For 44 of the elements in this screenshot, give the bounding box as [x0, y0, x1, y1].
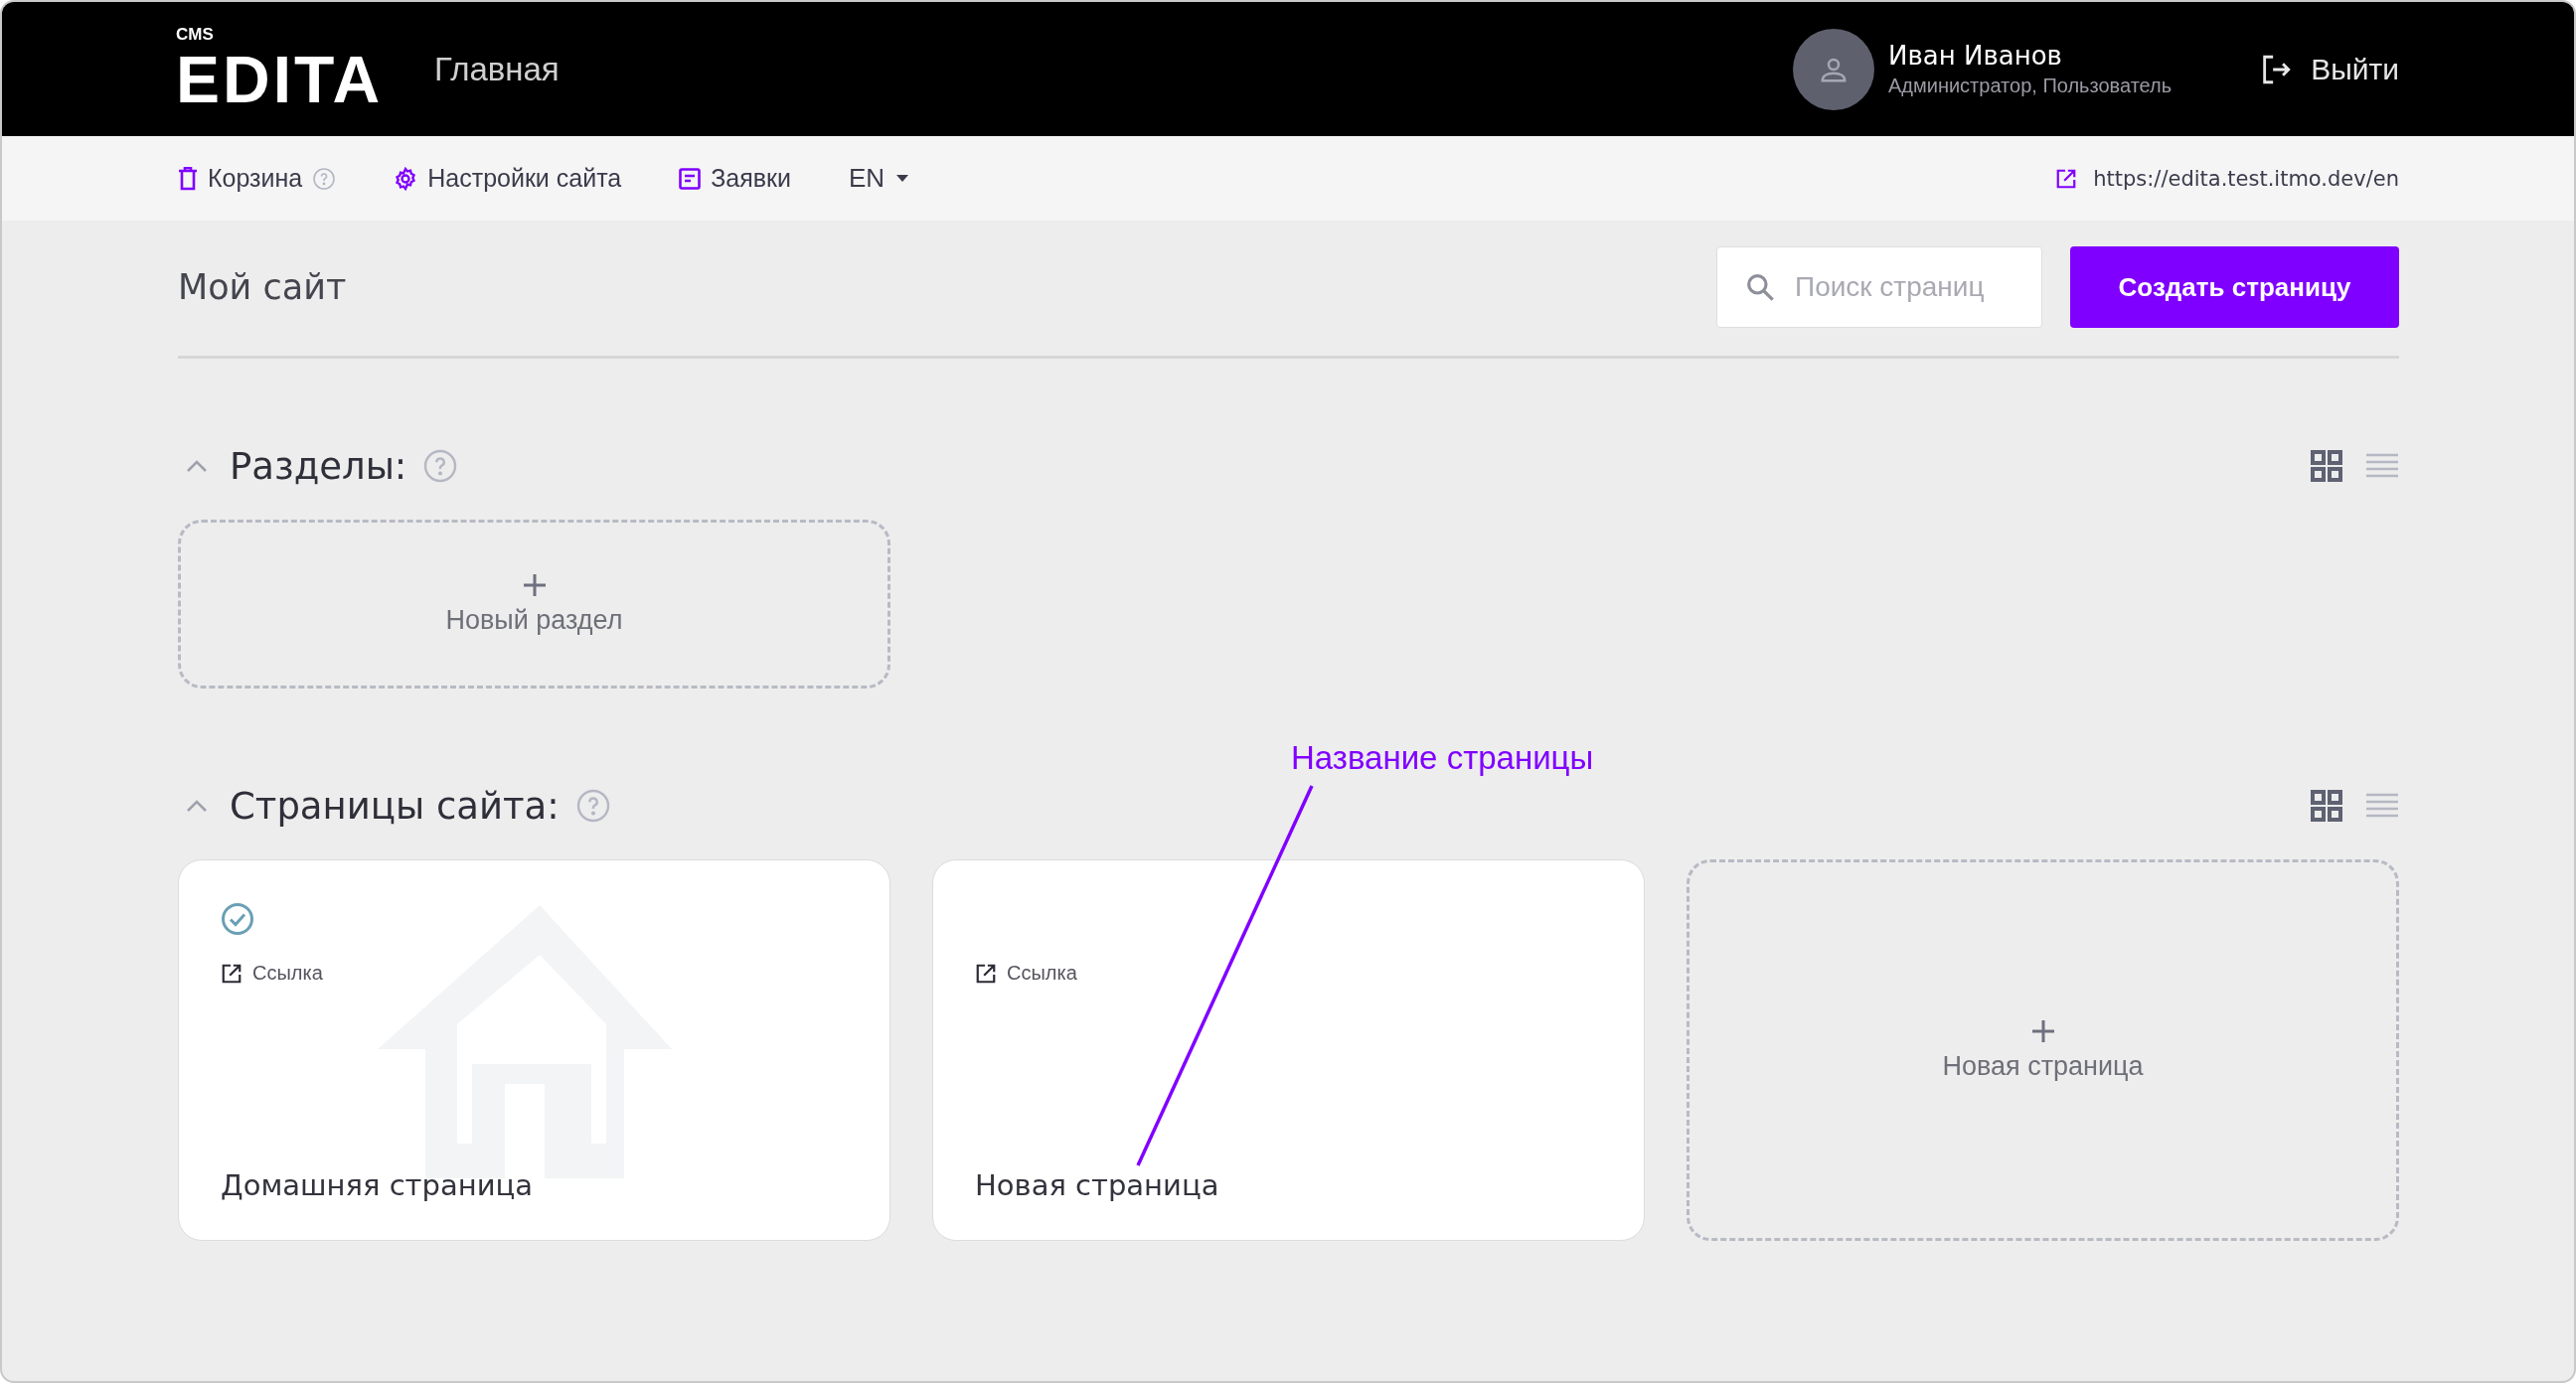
section-title: Страницы сайта:: [230, 784, 560, 828]
page-title: Новая страница: [975, 1168, 1220, 1202]
nav-link[interactable]: Заявки: [679, 164, 791, 193]
plus-icon: [522, 572, 547, 597]
nav-link[interactable]: Настройки сайта: [394, 164, 622, 193]
external-link-icon: [975, 962, 997, 985]
site-link[interactable]: https://edita.test.itmo.dev/en: [2055, 166, 2399, 191]
language-select[interactable]: EN: [848, 163, 909, 194]
settings-icon: [394, 166, 418, 191]
help-icon[interactable]: [574, 788, 611, 824]
nav-link[interactable]: Корзина: [178, 164, 337, 193]
chevron-icon[interactable]: [186, 799, 208, 813]
form-icon: [679, 167, 702, 190]
external-link-icon: [2055, 167, 2078, 190]
page-title: Главная: [434, 50, 560, 88]
add-card[interactable]: Новый раздел: [178, 520, 890, 689]
grid-view-icon: [2310, 449, 2343, 483]
grid-view-icon: [2310, 789, 2343, 823]
section-title: Разделы:: [230, 444, 407, 488]
plus-icon: [2030, 1018, 2055, 1043]
help-icon[interactable]: [422, 448, 459, 484]
check-circle-icon: [221, 902, 254, 936]
page-title: Домашняя страница: [221, 1168, 534, 1202]
logo-caption: CMS: [176, 26, 215, 43]
page-card[interactable]: Ссылка Новая страница: [932, 859, 1645, 1241]
view-toggle[interactable]: [2310, 449, 2343, 483]
user-roles: Администратор, Пользователь: [1887, 75, 2173, 97]
caret-icon: [896, 175, 909, 182]
page-link[interactable]: Ссылка: [221, 962, 323, 985]
logout-button[interactable]: Выйти: [2259, 52, 2399, 86]
page-card[interactable]: Ссылка Домашняя страница: [178, 859, 890, 1241]
trash-icon: [178, 166, 198, 191]
view-toggle[interactable]: [2310, 789, 2343, 823]
add-card[interactable]: Новая страница: [1687, 859, 2399, 1241]
chevron-icon[interactable]: [186, 459, 208, 473]
create-page-button[interactable]: Создать страницу: [2070, 246, 2399, 328]
user-name: Иван Иванов: [1887, 41, 2063, 71]
logo[interactable]: EDITA: [176, 47, 384, 112]
page-link[interactable]: Ссылка: [975, 962, 1077, 985]
external-link-icon: [221, 962, 242, 985]
site-title: Мой сайт: [178, 267, 348, 307]
help-icon[interactable]: [312, 166, 337, 191]
search-field[interactable]: Поиск страниц: [1716, 246, 2042, 328]
annotation-label: Название страницы: [1291, 739, 1594, 777]
